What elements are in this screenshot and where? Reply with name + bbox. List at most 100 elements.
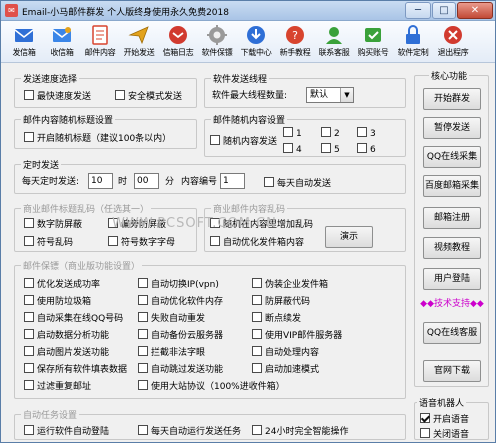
guard-optimize-rate-checkbox[interactable]: 优化发送成功率 — [24, 278, 100, 291]
smart-24h-checkbox[interactable]: 24小时完全智能操作 — [252, 425, 348, 438]
random-content-option-3[interactable]: 3 — [357, 127, 376, 140]
timer-content-no-input[interactable]: 1 — [220, 173, 245, 189]
mail-content-icon — [92, 25, 108, 45]
auto-optimize-checkbox[interactable]: 自动优化发件箱内容 — [210, 236, 304, 249]
fastest-speed-checkbox[interactable]: 最快速度发送 — [24, 90, 91, 103]
guard-filter-duplicate-checkbox[interactable]: 过滤重复邮址 — [24, 380, 91, 393]
random-content-checkbox[interactable]: 随机内容发送 — [210, 135, 277, 148]
auto-task-group-title: 自动任务设置 — [21, 408, 80, 421]
pause-send-button[interactable]: 暂停发送 — [423, 117, 481, 139]
watermark-text: WWW.PCSOFT.COM.CN — [112, 216, 277, 231]
digit-anti-block-checkbox[interactable]: 数字防屏蔽 — [24, 218, 82, 231]
daily-auto-task-checkbox[interactable]: 每天自动运行发送任务 — [138, 425, 241, 438]
random-content-option-1[interactable]: 1 — [283, 127, 302, 140]
start-mass-send-button[interactable]: 开始群发 — [423, 88, 481, 110]
toolbar-inbox-label: 收信箱 — [50, 48, 74, 57]
auto-login-checkbox[interactable]: 运行软件自动登陆 — [24, 425, 109, 438]
random-content-option-5[interactable]: 5 — [321, 143, 340, 156]
qq-service-button[interactable]: QQ在线客服 — [423, 322, 481, 344]
send-icon — [128, 26, 149, 45]
core-functions-title: 核心功能 — [429, 69, 470, 82]
toolbar-inbox-button[interactable]: 收信箱 — [43, 23, 81, 61]
toolbar-mail-content-button[interactable]: 邮件内容 — [81, 23, 119, 61]
demo-button[interactable]: 演示 — [325, 226, 373, 248]
toolbar-download-label: 下载中心 — [240, 48, 272, 57]
mail-guard-group-title: 邮件保镖（商业版功能设置） — [21, 259, 143, 272]
toolbar-mail-content-label: 邮件内容 — [84, 48, 116, 57]
video-tutorial-button[interactable]: 视频教程 — [423, 237, 481, 259]
toolbar-support-button[interactable]: 联系客服 — [315, 23, 353, 61]
symbol-garble-checkbox[interactable]: 符号乱码 — [24, 236, 73, 249]
guard-auto-skip-checkbox[interactable]: 自动跳过发送功能 — [138, 363, 223, 376]
timer-content-no-label: 内容编号 — [181, 177, 218, 187]
mail-register-button[interactable]: 邮箱注册 — [423, 207, 481, 229]
guard-resume-send-checkbox[interactable]: 断点续发 — [252, 312, 301, 325]
guard-anti-block-code-checkbox[interactable]: 防屏蔽代码 — [252, 295, 310, 308]
toolbar-download-button[interactable]: 下载中心 — [237, 23, 275, 61]
baidu-mail-collect-button[interactable]: 百度邮箱采集 — [423, 175, 481, 197]
toolbar-customize-button[interactable]: 软件定制 — [394, 23, 432, 61]
inbox-icon — [52, 27, 72, 42]
guard-retry-failed-checkbox[interactable]: 失败自动重发 — [138, 312, 205, 325]
random-content-option-6[interactable]: 6 — [357, 143, 376, 156]
tutorial-icon: ? — [286, 26, 304, 44]
toolbar-exit-button[interactable]: 退出程序 — [434, 23, 472, 61]
speed-group-title: 发送速度选择 — [21, 72, 80, 85]
guard-save-form-checkbox[interactable]: 保存所有软件填表数据 — [24, 363, 127, 376]
outbox-icon — [14, 29, 34, 42]
chevron-down-icon: ▼ — [340, 88, 353, 102]
thread-count-select[interactable]: 默认 ▼ — [306, 87, 354, 103]
toolbar-outbox-label: 发信箱 — [12, 48, 36, 57]
guard-collect-qq-checkbox[interactable]: 自动采集在线QQ号码 — [24, 312, 123, 325]
thread-group: 软件发送线程 软件最大线程数量: 默认 ▼ — [204, 72, 406, 108]
guard-data-analysis-checkbox[interactable]: 启动数据分析功能 — [24, 329, 109, 342]
voice-on-checkbox[interactable]: 开启语音 — [420, 413, 469, 426]
symbol-digit-checkbox[interactable]: 符号数字字母 — [108, 236, 175, 249]
guard-icon — [207, 25, 227, 45]
random-content-option-4[interactable]: 4 — [283, 143, 302, 156]
toolbar-guard-label: 软件保镖 — [201, 48, 233, 57]
voice-robot-group: 语音机器人 开启语音 关闭语音 — [414, 396, 489, 441]
safe-mode-checkbox[interactable]: 安全模式发送 — [115, 90, 182, 103]
guard-fake-enterprise-checkbox[interactable]: 伪装企业发件箱 — [252, 278, 328, 291]
maximize-button[interactable]: □ — [432, 2, 456, 19]
guard-accelerate-checkbox[interactable]: 启动加速模式 — [252, 363, 319, 376]
random-content-option-2[interactable]: 2 — [321, 127, 340, 140]
mail-guard-group: 邮件保镖（商业版功能设置） 优化发送成功率 使用防垃圾箱 自动采集在线QQ号码 … — [14, 259, 406, 399]
guard-anti-spam-checkbox[interactable]: 使用防垃圾箱 — [24, 295, 91, 308]
toolbar-tutorial-label: 新手教程 — [279, 48, 311, 57]
toolbar-outbox-button[interactable]: 发信箱 — [5, 23, 43, 61]
toolbar: 发信箱 收信箱 邮件内容 开始发送 信箱日志 软件保镖 下载中心 ? 新手教程 — [1, 21, 495, 63]
official-download-button[interactable]: 官网下载 — [423, 360, 481, 382]
toolbar-buy-button[interactable]: 购买账号 — [354, 23, 392, 61]
toolbar-guard-button[interactable]: 软件保镖 — [198, 23, 236, 61]
voice-robot-title: 语音机器人 — [417, 396, 467, 409]
minimize-button[interactable]: ─ — [405, 2, 431, 19]
guard-image-send-checkbox[interactable]: 启动图片发送功能 — [24, 346, 109, 359]
voice-off-checkbox[interactable]: 关闭语音 — [420, 428, 469, 441]
daily-auto-send-checkbox[interactable]: 每天自动发送 — [264, 177, 331, 190]
random-title-checkbox[interactable]: 开启随机标题（建议100条以内） — [24, 132, 171, 145]
user-login-button[interactable]: 用户登陆 — [423, 268, 481, 290]
toolbar-customize-label: 软件定制 — [397, 48, 429, 57]
close-button[interactable]: ✕ — [457, 2, 493, 19]
toolbar-support-label: 联系客服 — [318, 48, 350, 57]
guard-optimize-memory-checkbox[interactable]: 自动优化软件内存 — [138, 295, 223, 308]
timer-hour-input[interactable]: 10 — [88, 173, 113, 189]
biz-title-random-group-title: 商业邮件标题乱码（任选其一） — [21, 202, 152, 215]
toolbar-tutorial-button[interactable]: ? 新手教程 — [276, 23, 314, 61]
thread-group-title: 软件发送线程 — [211, 72, 270, 85]
guard-vip-server-checkbox[interactable]: 使用VIP邮件服务器 — [252, 329, 342, 342]
qq-online-collect-button[interactable]: QQ在线采集 — [423, 146, 481, 168]
guard-switch-ip-checkbox[interactable]: 自动切换IP(vpn) — [138, 278, 219, 291]
toolbar-log-button[interactable]: 信箱日志 — [159, 23, 197, 61]
title-bar: ✉ Email-小马邮件群发 个人版终身使用永久免费2018 ─ □ ✕ — [1, 1, 495, 21]
svg-text:?: ? — [292, 29, 298, 42]
guard-auto-process-checkbox[interactable]: 自动处理内容 — [252, 346, 319, 359]
toolbar-start-send-button[interactable]: 开始发送 — [120, 23, 158, 61]
guard-block-illegal-checkbox[interactable]: 拦截非法字眼 — [138, 346, 205, 359]
timer-minute-input[interactable]: 00 — [134, 173, 159, 189]
guard-cloud-backup-checkbox[interactable]: 自动备份云服务器 — [138, 329, 223, 342]
guard-big-site-protocol-checkbox[interactable]: 使用大站协议（100%进收件箱） — [138, 380, 285, 393]
log-icon — [169, 26, 187, 44]
